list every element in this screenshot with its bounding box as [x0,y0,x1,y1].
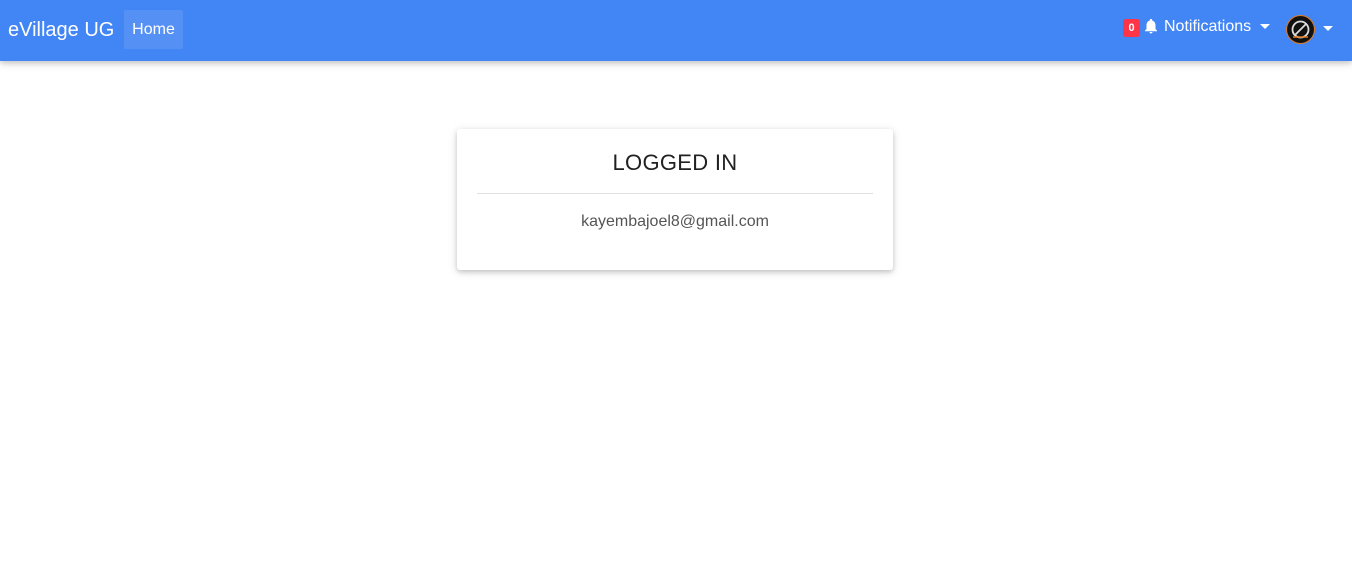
notification-count-badge: 0 [1123,19,1140,37]
chevron-down-icon[interactable] [1260,24,1270,29]
login-status-card: LOGGED IN kayembajoel8@gmail.com [457,129,893,270]
avatar[interactable] [1286,15,1315,44]
notifications-dropdown[interactable]: Notifications [1164,17,1251,37]
card-divider [477,193,873,194]
user-menu-chevron-down-icon[interactable] [1323,26,1333,31]
nav-home-link[interactable]: Home [124,10,183,49]
top-navbar: eVillage UG Home 0 Notifications [0,0,1352,61]
user-email: kayembajoel8@gmail.com [581,213,769,230]
brand-logo[interactable]: eVillage UG [8,18,114,42]
card-title: LOGGED IN [612,150,738,175]
avatar-icon [1287,16,1314,43]
bell-icon[interactable] [1142,17,1160,35]
